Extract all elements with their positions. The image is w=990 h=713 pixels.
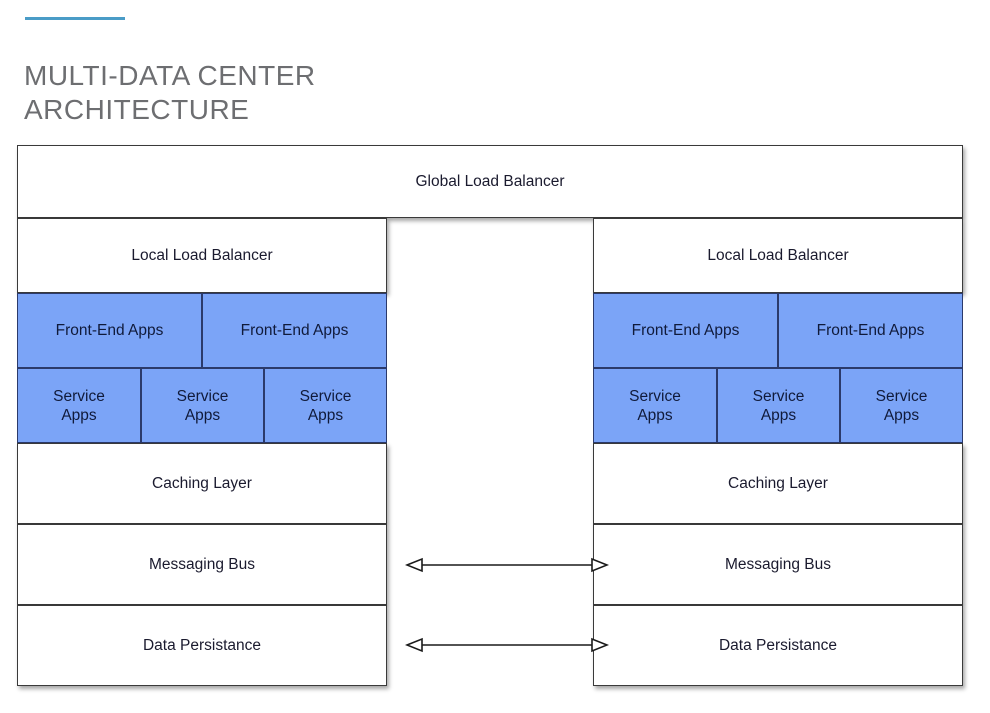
left-front-end-apps-label-1: Front-End Apps — [55, 322, 164, 339]
left-front-end-apps-box-1: Front-End Apps — [17, 293, 202, 368]
global-load-balancer-box: Global Load Balancer — [17, 145, 963, 218]
right-service-apps-label-3: Service Apps — [875, 387, 928, 424]
left-service-apps-label-3: Service Apps — [299, 387, 352, 424]
right-messaging-bus-box: Messaging Bus — [593, 524, 963, 605]
right-front-end-apps-box-1: Front-End Apps — [593, 293, 778, 368]
left-messaging-bus-label: Messaging Bus — [149, 556, 255, 573]
right-data-persistance-box: Data Persistance — [593, 605, 963, 686]
left-service-apps-box-2: Service Apps — [141, 368, 264, 443]
right-local-load-balancer-box: Local Load Balancer — [593, 218, 963, 293]
right-local-load-balancer-label: Local Load Balancer — [707, 247, 849, 264]
global-load-balancer-label: Global Load Balancer — [415, 173, 565, 190]
architecture-diagram: Global Load Balancer Local Load Balancer… — [17, 145, 963, 686]
left-service-apps-box-3: Service Apps — [264, 368, 387, 443]
left-local-load-balancer-label: Local Load Balancer — [131, 247, 273, 264]
right-service-apps-label-2: Service Apps — [752, 387, 805, 424]
right-messaging-bus-label: Messaging Bus — [725, 556, 831, 573]
left-caching-layer-box: Caching Layer — [17, 443, 387, 524]
left-front-end-apps-box-2: Front-End Apps — [202, 293, 387, 368]
left-messaging-bus-box: Messaging Bus — [17, 524, 387, 605]
left-local-load-balancer-box: Local Load Balancer — [17, 218, 387, 293]
left-data-persistance-label: Data Persistance — [142, 637, 262, 654]
left-service-apps-label-2: Service Apps — [176, 387, 229, 424]
right-caching-layer-label: Caching Layer — [728, 475, 828, 492]
right-service-apps-box-1: Service Apps — [593, 368, 717, 443]
right-front-end-apps-label-1: Front-End Apps — [631, 322, 740, 339]
right-data-persistance-label: Data Persistance — [718, 637, 838, 654]
left-caching-layer-label: Caching Layer — [152, 475, 252, 492]
right-service-apps-box-3: Service Apps — [840, 368, 963, 443]
right-caching-layer-box: Caching Layer — [593, 443, 963, 524]
title-accent-rule — [25, 17, 125, 20]
left-data-persistance-box: Data Persistance — [17, 605, 387, 686]
messaging-bus-link-arrow — [405, 555, 609, 575]
left-service-apps-box-1: Service Apps — [17, 368, 141, 443]
right-front-end-apps-box-2: Front-End Apps — [778, 293, 963, 368]
page-title: MULTI-DATA CENTER ARCHITECTURE — [24, 59, 316, 125]
right-front-end-apps-label-2: Front-End Apps — [816, 322, 925, 339]
right-service-apps-label-1: Service Apps — [629, 387, 681, 424]
data-persistance-link-arrow — [405, 635, 609, 655]
right-service-apps-box-2: Service Apps — [717, 368, 840, 443]
left-front-end-apps-label-2: Front-End Apps — [240, 322, 349, 339]
left-service-apps-label-1: Service Apps — [53, 387, 105, 424]
